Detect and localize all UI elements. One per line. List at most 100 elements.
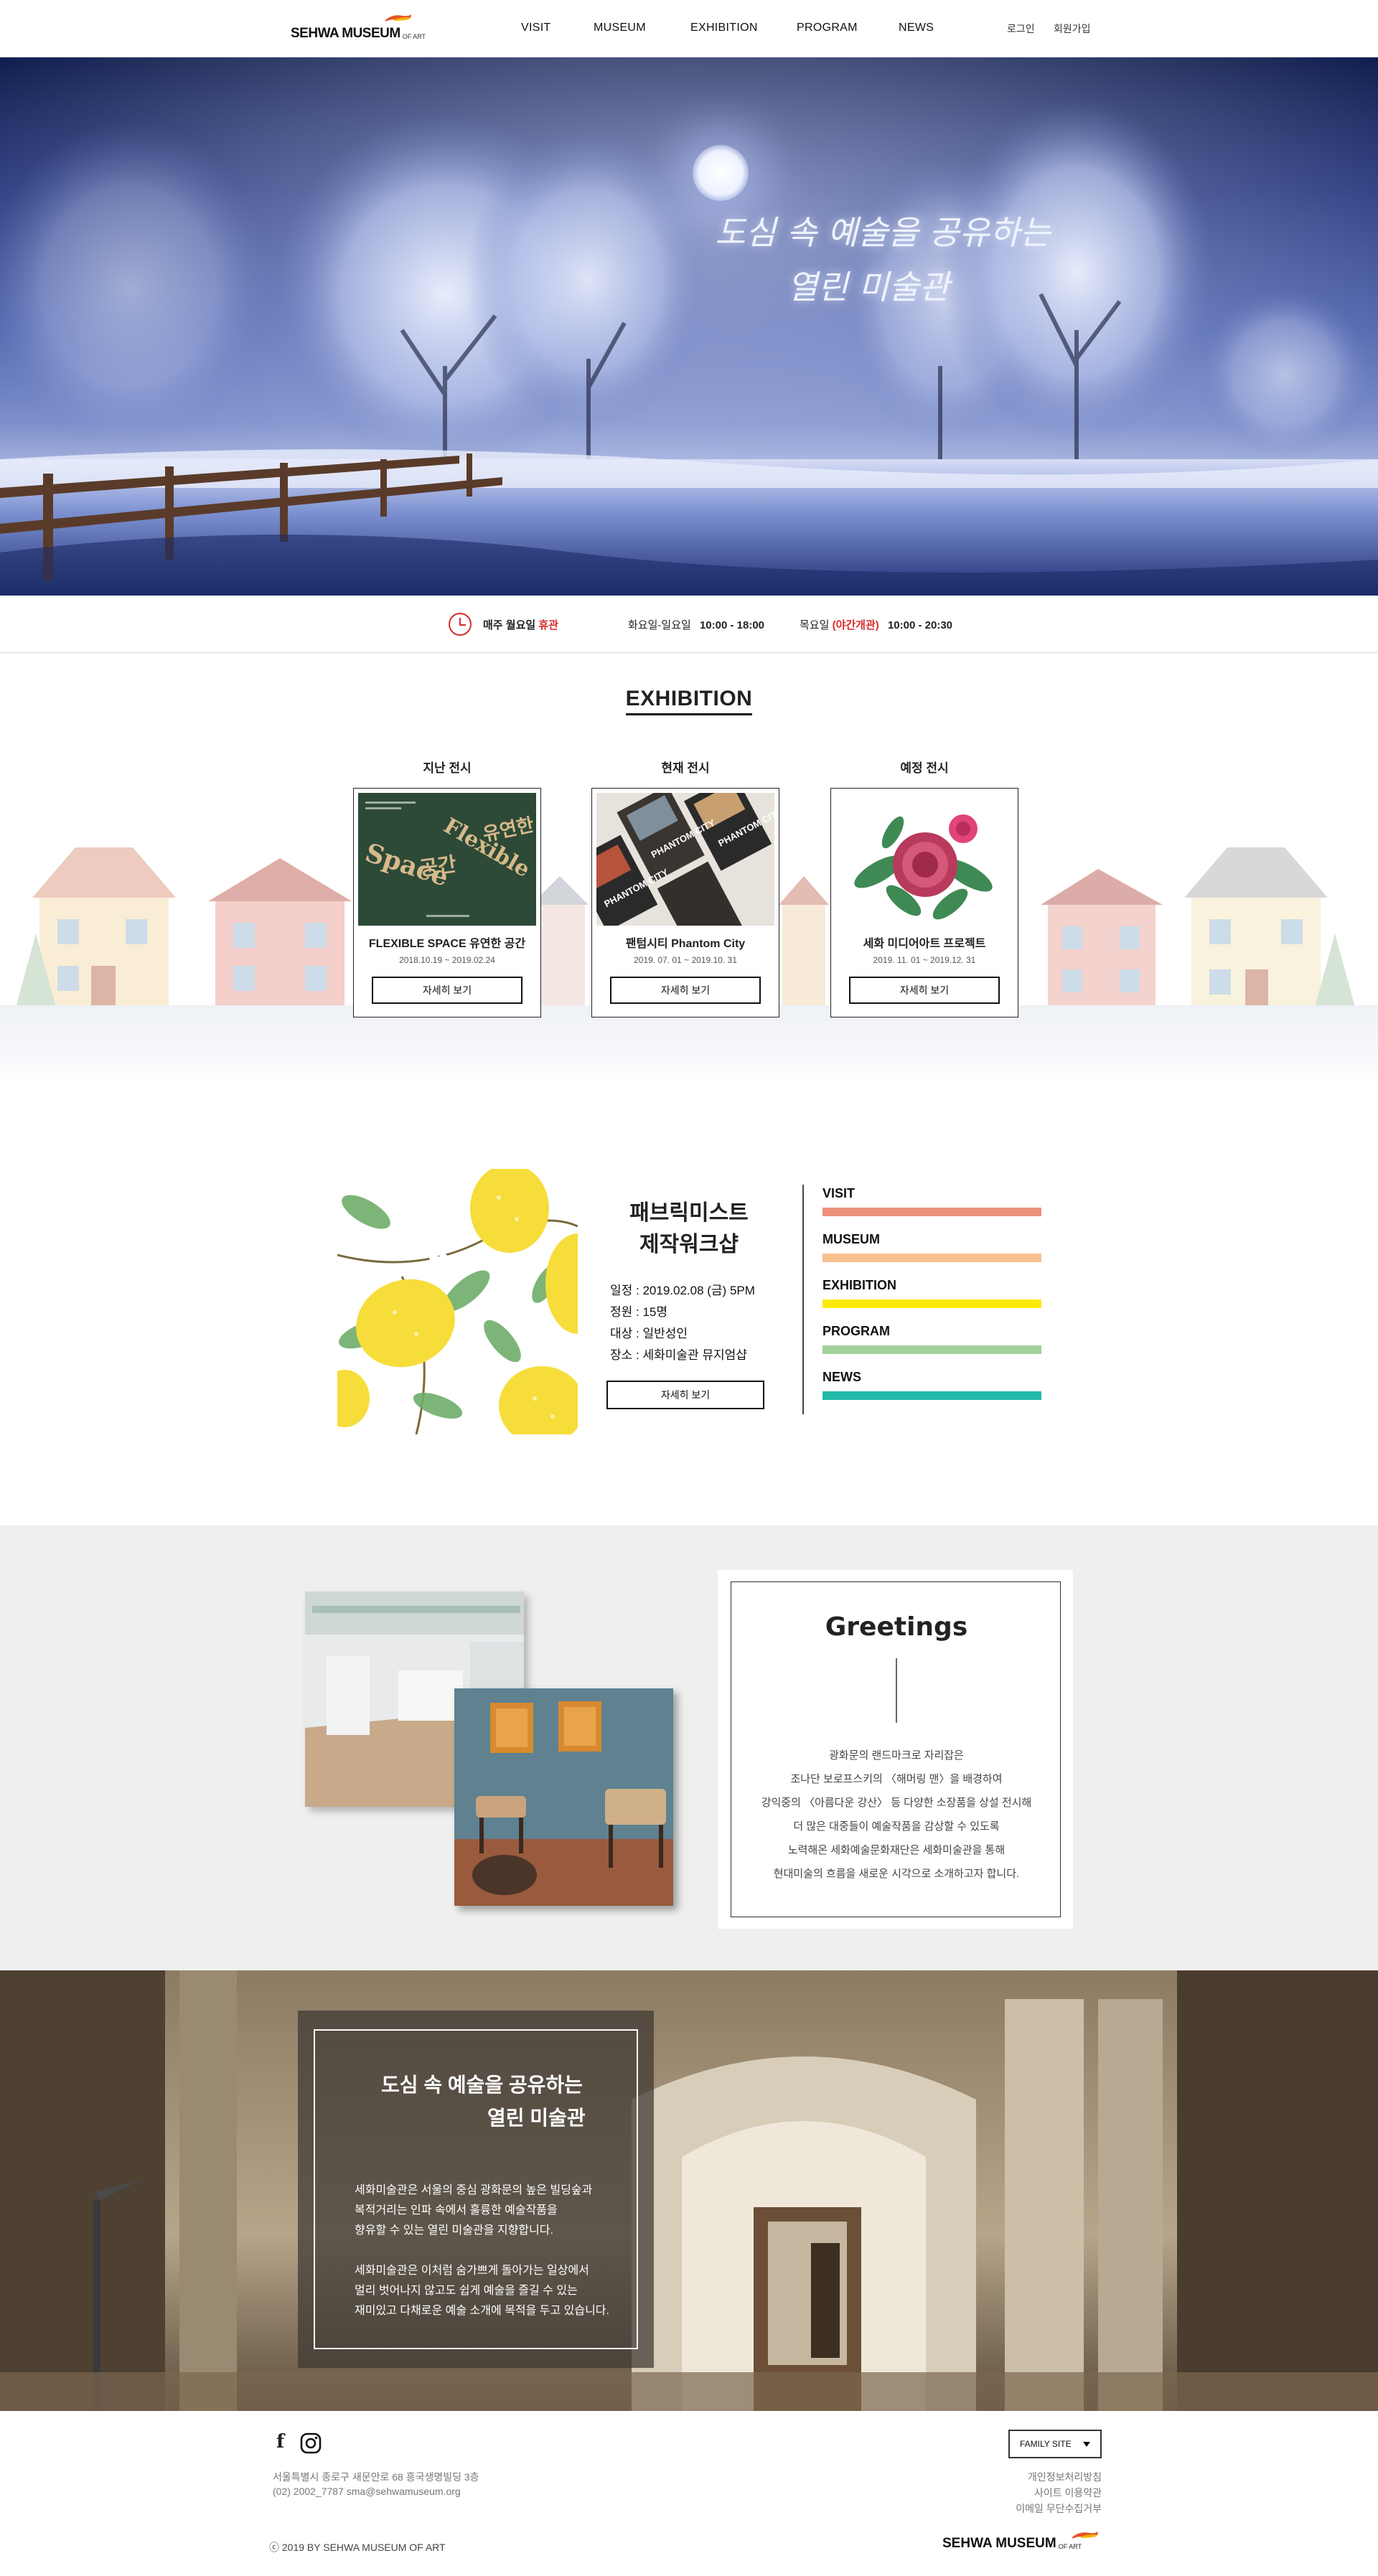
greetings-section: Greetings 광화문의 랜드마크로 자리잡은 조나단 보로프스키의 〈해머…: [0, 1526, 1378, 1970]
quick-menu-visit-bar: [822, 1208, 1041, 1216]
moon: [693, 145, 749, 201]
footer-contact: (02) 2002_7787 sma@sehwamuseum.org: [273, 2486, 461, 2497]
program-location: 장소 : 세화미술관 뮤지엄샵: [610, 1348, 747, 1362]
greetings-line: 광화문의 랜드마크로 자리잡은: [829, 1749, 964, 1762]
quick-menu-program[interactable]: PROGRAM: [822, 1324, 1041, 1339]
vertical-divider: [802, 1185, 804, 1414]
signup-link[interactable]: 회원가입: [1054, 22, 1091, 36]
quick-menu-museum-bar: [822, 1254, 1041, 1262]
exhibition-card-current[interactable]: PHANTOM CITY PHANTOM CITY PHANTOM CITY 팬…: [591, 788, 779, 1017]
greetings-frame: Greetings 광화문의 랜드마크로 자리잡은 조나단 보로프스키의 〈해머…: [731, 1581, 1061, 1917]
nav-program[interactable]: PROGRAM: [797, 22, 858, 34]
program-detail-button[interactable]: 자세히 보기: [606, 1381, 764, 1409]
quick-menu-news[interactable]: NEWS: [822, 1370, 1041, 1385]
banner-title-line2: 열린 미술관: [487, 2107, 586, 2129]
greetings-divider: [896, 1658, 897, 1723]
greetings-line: 현대미술의 흐름을 새로운 시각으로 소개하고자 합니다.: [773, 1868, 1020, 1880]
poster1-word-space-kr: 공간: [418, 852, 458, 880]
card-title: 세화 미디어아트 프로젝트: [863, 938, 986, 950]
palace-interior-image: [0, 1970, 1378, 2411]
facebook-icon[interactable]: f: [276, 2431, 284, 2453]
lemon-image: [337, 1169, 578, 1434]
winter-landscape-image: [0, 57, 1378, 596]
past-exhibition-label: 지난 전시: [423, 761, 472, 775]
footer-link-terms[interactable]: 사이트 이용약관: [1034, 2486, 1102, 2500]
quick-menu-news-bar: [822, 1391, 1041, 1400]
clock-icon: [449, 613, 472, 636]
banner-text-box: 도심 속 예술을 공유하는 열린 미술관 세화미술관은 서울의 중심 광화문의 …: [298, 2011, 654, 2368]
hero-title-line1: 도심 속 예술을 공유하는: [715, 213, 1051, 252]
site-footer: f 서울특별시 종로구 새문안로 68 흥국생명빌딩 3층 (02) 2002_…: [0, 2411, 1378, 2576]
lemon-illustration: [337, 1169, 578, 1434]
program-schedule: 일정 : 2019.02.08 (금) 5PM: [610, 1284, 755, 1297]
banner-paragraph-line: 재미있고 다채로운 예술 소개에 목적을 두고 있습니다.: [355, 2305, 609, 2317]
exhibition-title: EXHIBITION: [0, 687, 1378, 715]
poster-collage: PHANTOM CITY PHANTOM CITY PHANTOM CITY: [596, 793, 774, 926]
exhibition-section: EXHIBITION 지난 전시 Space 공간 Flexible 유연한 F…: [0, 654, 1378, 1084]
exhibition-card-upcoming[interactable]: 세화 미디어아트 프로젝트 2019. 11. 01 ~ 2019.12. 31…: [830, 788, 1018, 1017]
card-detail-button[interactable]: 자세히 보기: [849, 977, 1000, 1004]
weekday-time: 10:00 - 18:00: [699, 619, 765, 631]
greetings-line: 노력해온 세화예술문화재단은 세화미술관을 통해: [787, 1844, 1006, 1856]
footer-link-email[interactable]: 이메일 무단수집거부: [1016, 2501, 1102, 2516]
site-logo[interactable]: SEHWA MUSEUM OF ART: [291, 14, 426, 42]
quick-menu-museum[interactable]: MUSEUM: [822, 1232, 1041, 1247]
site-header: SEHWA MUSEUM OF ART VISIT MUSEUM EXHIBIT…: [0, 0, 1378, 57]
interior-banner: 도심 속 예술을 공유하는 열린 미술관 세화미술관은 서울의 중심 광화문의 …: [0, 1970, 1378, 2411]
brush-stroke-icon: [385, 14, 411, 22]
card-detail-button[interactable]: 자세히 보기: [372, 977, 522, 1004]
nav-visit[interactable]: VISIT: [521, 22, 551, 34]
thursday-hours: 목요일 (야간개관) 10:00 - 20:30: [800, 617, 952, 632]
closed-word: 휴관: [538, 619, 558, 631]
footer-logo-subtext: OF ART: [1058, 2543, 1082, 2550]
chevron-down-icon: [1083, 2442, 1090, 2447]
program-title-line2: 제작워크샵: [639, 1233, 739, 1256]
banner-frame: 도심 속 예술을 공유하는 열린 미술관 세화미술관은 서울의 중심 광화문의 …: [314, 2029, 638, 2349]
opening-hours-bar: 매주 월요일 휴관 화요일-일요일 10:00 - 18:00 목요일 (야간개…: [0, 596, 1378, 653]
footer-logo[interactable]: SEHWA MUSEUM OF ART: [942, 2536, 1082, 2552]
banner-paragraph-line: 복적거리는 인파 속에서 훌륭한 예술작품을: [355, 2204, 558, 2217]
card-date: 2019. 11. 01 ~ 2019.12. 31: [873, 955, 976, 965]
quick-menu-exhibition[interactable]: EXHIBITION: [822, 1278, 1041, 1293]
program-section: 패브릭미스트 제작워크샵 일정 : 2019.02.08 (금) 5PM 정원 …: [0, 1084, 1378, 1526]
gallery-photo-lounge: [454, 1688, 673, 1906]
program-target: 대상 : 일반성인: [610, 1327, 688, 1340]
nav-museum[interactable]: MUSEUM: [594, 22, 646, 34]
nav-news[interactable]: NEWS: [899, 22, 934, 34]
family-site-label: FAMILY SITE: [1020, 2439, 1072, 2449]
login-link[interactable]: 로그인: [1007, 22, 1035, 36]
quick-menu-exhibition-bar: [822, 1299, 1041, 1308]
lounge-image: [454, 1688, 673, 1906]
night-open-label: (야간개관): [832, 619, 879, 631]
footer-link-privacy[interactable]: 개인정보처리방침: [1028, 2470, 1102, 2484]
thursday-time: 10:00 - 20:30: [887, 619, 953, 631]
brush-stroke-icon: [1072, 2532, 1098, 2539]
banner-paragraph-line: 세화미술관은 서울의 중심 광화문의 높은 빌딩숲과: [355, 2184, 593, 2196]
family-site-dropdown[interactable]: FAMILY SITE: [1008, 2430, 1102, 2458]
weekday-hours: 화요일-일요일 10:00 - 18:00: [628, 617, 764, 632]
nav-exhibition[interactable]: EXHIBITION: [690, 22, 758, 34]
card-detail-button[interactable]: 자세히 보기: [610, 977, 761, 1004]
banner-paragraph-line: 멀리 벗어나지 않고도 쉽게 예술을 즐길 수 있는: [355, 2285, 578, 2297]
weekday-label: 화요일-일요일: [628, 619, 691, 631]
instagram-icon[interactable]: [300, 2432, 322, 2454]
logo-text: SEHWA MUSEUM: [291, 26, 400, 41]
poster1-word-flexible-kr: 유연한: [481, 814, 536, 846]
logo-subtext: OF ART: [402, 33, 426, 40]
program-title-line1: 패브릭미스트: [629, 1201, 749, 1225]
closed-day-text: 매주 월요일 휴관: [483, 617, 558, 632]
banner-title-line1: 도심 속 예술을 공유하는: [381, 2074, 583, 2096]
thursday-label: 목요일: [800, 619, 830, 631]
greetings-line: 조나단 보로프스키의 〈해머링 맨〉을 배경하여: [790, 1773, 1003, 1785]
program-capacity: 정원 : 15명: [610, 1305, 667, 1319]
quick-menu-visit[interactable]: VISIT: [822, 1186, 1041, 1201]
card-date: 2019. 07. 01 ~ 2019.10. 31: [634, 955, 737, 965]
current-exhibition-label: 현재 전시: [661, 761, 710, 775]
card-date: 2018.10.19 ~ 2019.02.24: [399, 955, 495, 965]
banner-paragraph-line: 세화미술관은 이처럼 숨가쁘게 돌아가는 일상에서: [355, 2265, 589, 2277]
banner-paragraph-line: 향유할 수 있는 열린 미술관을 지향합니다.: [355, 2224, 553, 2237]
hero-title-line2: 열린 미술관: [787, 268, 950, 306]
exhibition-card-past[interactable]: Space 공간 Flexible 유연한 FLEXIBLE SPACE 유연한…: [353, 788, 541, 1017]
quick-menu-program-bar: [822, 1345, 1041, 1354]
poster-lettering: Space 공간 Flexible 유연한: [362, 802, 536, 917]
